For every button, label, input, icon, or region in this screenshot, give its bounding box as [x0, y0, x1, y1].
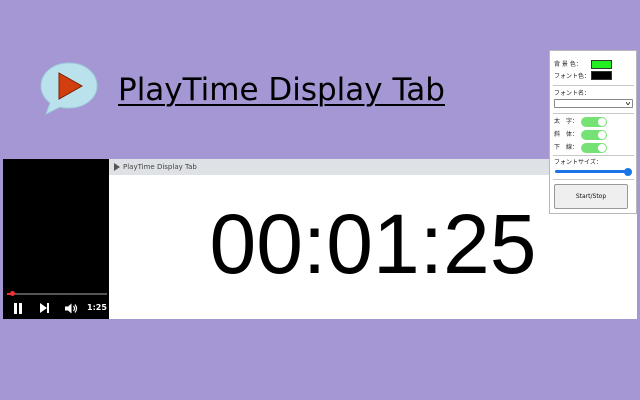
speech-bubble-play-icon	[40, 62, 98, 116]
next-button[interactable]	[37, 302, 51, 314]
divider	[553, 179, 634, 180]
tab-title: PlayTime Display Tab	[123, 163, 197, 171]
bg-color-picker[interactable]	[591, 60, 612, 69]
underline-label: 下 線：	[554, 144, 579, 151]
volume-icon	[64, 303, 77, 313]
toggle-knob	[598, 131, 606, 139]
settings-panel: 背 景 色： フォント色： フォント名： 太 字： 斜 体： 下 線： フォント…	[549, 50, 637, 214]
italic-label: 斜 体：	[554, 131, 579, 138]
bg-color-label: 背 景 色：	[554, 61, 582, 68]
bold-label: 太 字：	[554, 118, 579, 125]
font-name-label: フォント名：	[554, 90, 591, 97]
volume-button[interactable]	[63, 302, 79, 314]
divider	[553, 155, 634, 156]
slider-thumb[interactable]	[624, 167, 632, 176]
video-progress-knob[interactable]	[10, 291, 15, 296]
font-name-select[interactable]	[554, 99, 633, 108]
toggle-knob	[598, 118, 606, 126]
bold-toggle[interactable]	[581, 117, 607, 127]
font-size-slider[interactable]	[555, 167, 632, 176]
underline-toggle[interactable]	[581, 143, 607, 153]
skip-next-icon	[39, 303, 49, 313]
italic-toggle[interactable]	[581, 130, 607, 140]
font-size-label: フォントサイズ：	[554, 159, 602, 166]
font-color-label: フォント色：	[554, 73, 591, 80]
toggle-knob	[598, 144, 606, 152]
start-stop-button[interactable]: Start/Stop	[554, 184, 628, 209]
divider	[553, 85, 634, 86]
video-progress-bar[interactable]	[7, 291, 107, 296]
pause-button[interactable]	[11, 302, 25, 314]
video-player[interactable]: 1:25 /	[3, 159, 113, 319]
divider	[553, 113, 634, 114]
chevron-down-icon	[626, 102, 630, 105]
pause-icon	[14, 302, 22, 314]
font-color-picker[interactable]	[591, 71, 612, 80]
play-icon	[114, 163, 120, 171]
app-title: PlayTime Display Tab	[118, 72, 445, 108]
